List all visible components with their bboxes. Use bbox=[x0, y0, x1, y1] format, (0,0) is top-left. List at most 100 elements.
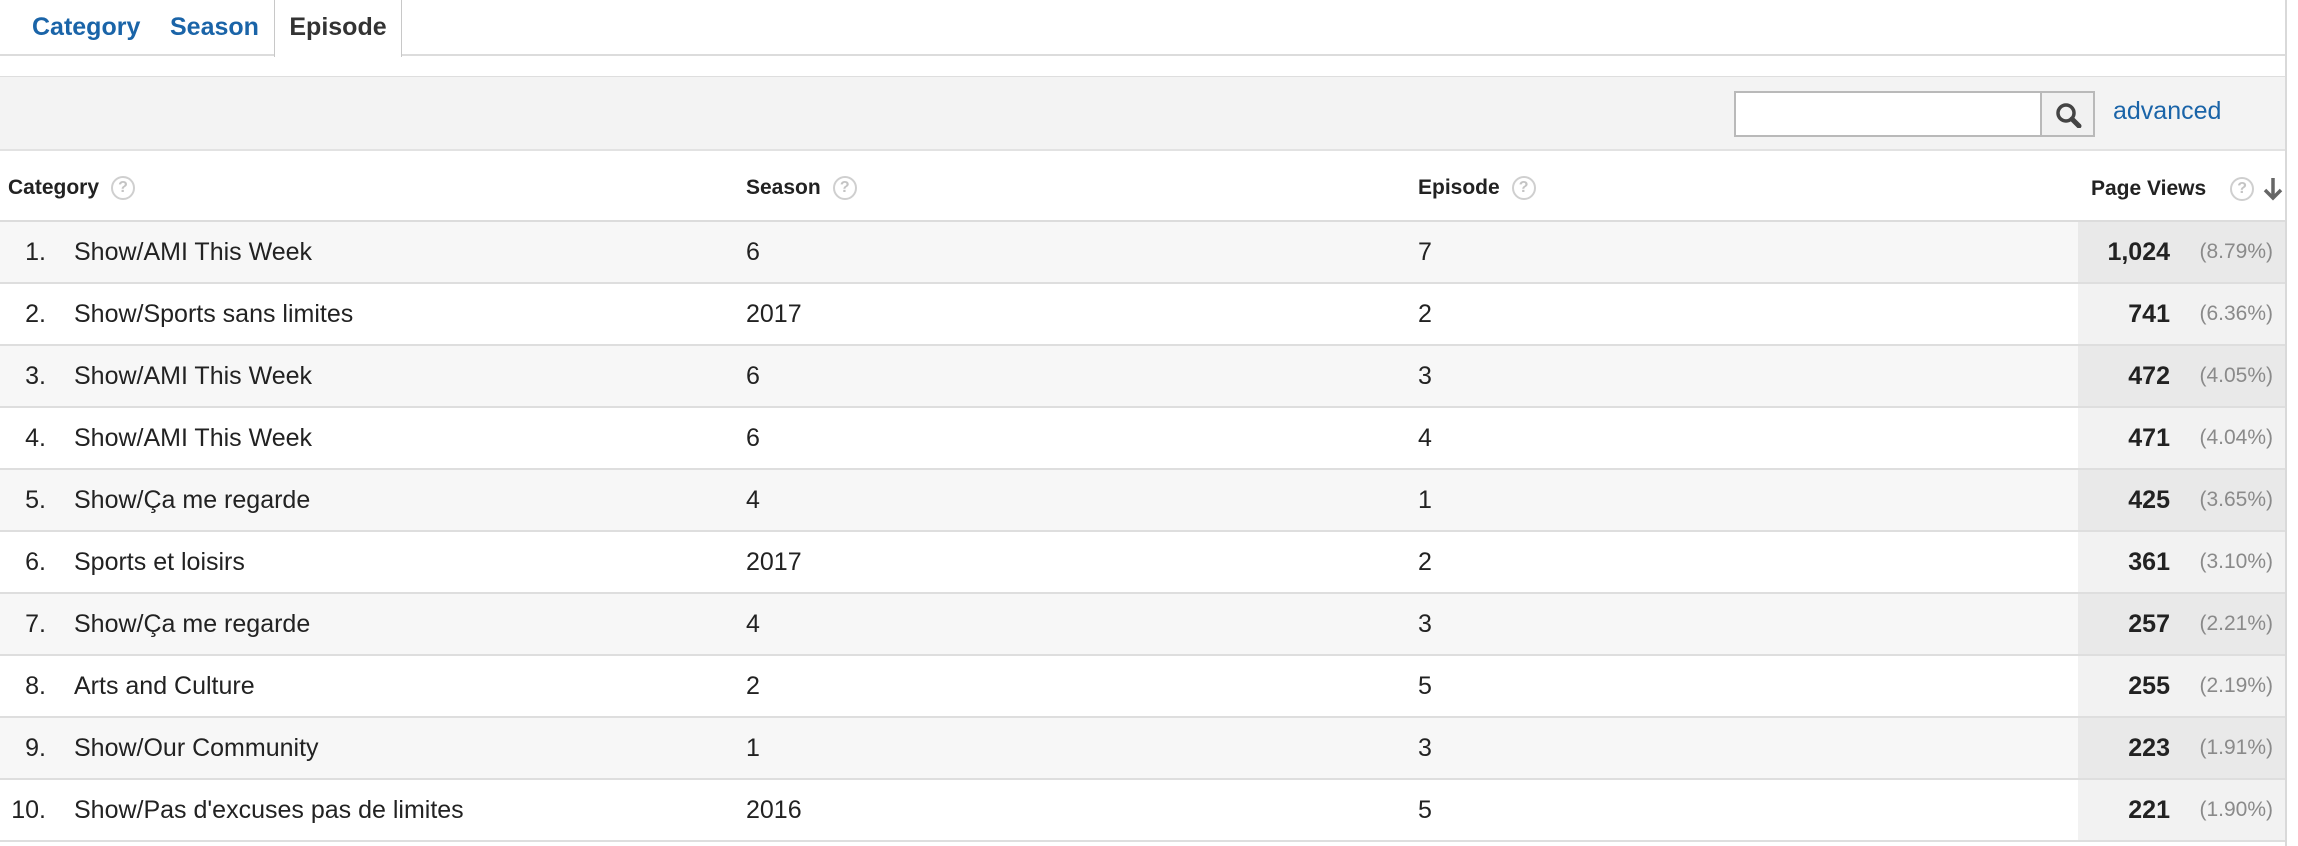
page-views-value: 361 bbox=[2128, 548, 2170, 576]
page-views-percent: (4.05%) bbox=[2199, 364, 2273, 387]
episode-cell: 3 bbox=[1418, 362, 1432, 390]
table-row[interactable]: 223 (1.91%) 9. Show/Our Community 1 3 bbox=[0, 718, 2285, 780]
column-header-page-views[interactable]: Page Views ? bbox=[2091, 176, 2284, 202]
season-cell: 2016 bbox=[746, 796, 802, 824]
help-icon[interactable]: ? bbox=[1511, 176, 1536, 200]
table-toolbar: advanced bbox=[0, 77, 2285, 151]
table-row[interactable]: 255 (2.19%) 8. Arts and Culture 2 5 bbox=[0, 656, 2285, 718]
metric-cell: 361 (3.10%) bbox=[2078, 532, 2285, 592]
metric-cell: 472 (4.05%) bbox=[2078, 346, 2285, 406]
page-views-value: 255 bbox=[2128, 672, 2170, 700]
help-icon[interactable]: ? bbox=[111, 176, 136, 200]
table-row[interactable]: 257 (2.21%) 7. Show/Ça me regarde 4 3 bbox=[0, 594, 2285, 656]
column-header-label: Page Views bbox=[2091, 177, 2207, 200]
season-cell: 1 bbox=[746, 734, 760, 762]
column-header-season[interactable]: Season ? bbox=[746, 176, 857, 200]
page-views-value: 223 bbox=[2128, 734, 2170, 762]
row-index: 9. bbox=[25, 734, 46, 762]
search-input[interactable] bbox=[1734, 91, 2042, 137]
episode-cell: 5 bbox=[1418, 672, 1432, 700]
category-cell[interactable]: Show/AMI This Week bbox=[74, 408, 312, 468]
table-row[interactable]: 471 (4.04%) 4. Show/AMI This Week 6 4 bbox=[0, 408, 2285, 470]
category-cell[interactable]: Show/Ça me regarde bbox=[74, 470, 310, 530]
page-views-percent: (8.79%) bbox=[2199, 240, 2273, 263]
table-row[interactable]: 425 (3.65%) 5. Show/Ça me regarde 4 1 bbox=[0, 470, 2285, 532]
tab-episode[interactable]: Episode bbox=[274, 0, 402, 57]
category-cell[interactable]: Show/Sports sans limites bbox=[74, 284, 353, 344]
season-cell: 6 bbox=[746, 424, 760, 452]
page-views-value: 1,024 bbox=[2107, 238, 2170, 266]
episode-cell: 3 bbox=[1418, 610, 1432, 638]
column-header-episode[interactable]: Episode ? bbox=[1418, 176, 1536, 200]
table-row[interactable]: 221 (1.90%) 10. Show/Pas d'excuses pas de l… bbox=[0, 780, 2285, 842]
season-cell: 2017 bbox=[746, 548, 802, 576]
category-cell[interactable]: Show/Our Community bbox=[74, 718, 319, 778]
season-cell: 6 bbox=[746, 238, 760, 266]
row-index: 4. bbox=[25, 424, 46, 452]
row-index: 10. bbox=[11, 796, 46, 824]
episode-cell: 3 bbox=[1418, 734, 1432, 762]
season-cell: 2 bbox=[746, 672, 760, 700]
episode-cell: 1 bbox=[1418, 486, 1432, 514]
magnifier-icon bbox=[2056, 103, 2082, 128]
table-row[interactable]: 741 (6.36%) 2. Show/Sports sans limites 2017… bbox=[0, 284, 2285, 346]
table-row[interactable]: 1,024 (8.79%) 1. Show/AMI This Week 6 7 bbox=[0, 222, 2285, 284]
row-index: 2. bbox=[25, 300, 46, 328]
tab-category[interactable]: Category bbox=[32, 0, 140, 56]
metric-cell: 741 (6.36%) bbox=[2078, 284, 2285, 344]
page-views-value: 471 bbox=[2128, 424, 2170, 452]
page-views-percent: (4.04%) bbox=[2199, 426, 2273, 449]
arrow-down-icon[interactable] bbox=[2262, 176, 2284, 202]
metric-cell: 223 (1.91%) bbox=[2078, 718, 2285, 778]
page-views-value: 741 bbox=[2128, 300, 2170, 328]
column-header-label: Episode bbox=[1418, 176, 1500, 199]
tab-season[interactable]: Season bbox=[170, 0, 259, 56]
metric-cell: 1,024 (8.79%) bbox=[2078, 222, 2285, 282]
page-views-percent: (1.91%) bbox=[2199, 736, 2273, 759]
page-views-percent: (3.65%) bbox=[2199, 488, 2273, 511]
column-header-label: Category bbox=[8, 176, 100, 199]
season-cell: 4 bbox=[746, 486, 760, 514]
metric-cell: 425 (3.65%) bbox=[2078, 470, 2285, 530]
episode-cell: 4 bbox=[1418, 424, 1432, 452]
category-cell[interactable]: Show/Ça me regarde bbox=[74, 594, 310, 654]
season-cell: 6 bbox=[746, 362, 760, 390]
column-header-category[interactable]: Category ? bbox=[8, 176, 136, 200]
category-cell[interactable]: Arts and Culture bbox=[74, 656, 255, 716]
season-cell: 2017 bbox=[746, 300, 802, 328]
episode-cell: 2 bbox=[1418, 548, 1432, 576]
scrollbar-edge bbox=[2285, 0, 2298, 846]
row-index: 6. bbox=[25, 548, 46, 576]
row-index: 8. bbox=[25, 672, 46, 700]
episode-cell: 5 bbox=[1418, 796, 1432, 824]
column-header-label: Season bbox=[746, 176, 821, 199]
row-index: 1. bbox=[25, 238, 46, 266]
page-views-percent: (1.90%) bbox=[2199, 798, 2273, 821]
category-cell[interactable]: Show/AMI This Week bbox=[74, 346, 312, 406]
table-row[interactable]: 472 (4.05%) 3. Show/AMI This Week 6 3 bbox=[0, 346, 2285, 408]
row-index: 7. bbox=[25, 610, 46, 638]
row-index: 5. bbox=[25, 486, 46, 514]
category-cell[interactable]: Show/Pas d'excuses pas de limites bbox=[74, 780, 464, 840]
table-row[interactable]: 361 (3.10%) 6. Sports et loisirs 2017 2 bbox=[0, 532, 2285, 594]
page-views-value: 221 bbox=[2128, 796, 2170, 824]
metric-cell: 221 (1.90%) bbox=[2078, 780, 2285, 840]
help-icon[interactable]: ? bbox=[2230, 177, 2255, 201]
episode-cell: 2 bbox=[1418, 300, 1432, 328]
metric-cell: 257 (2.21%) bbox=[2078, 594, 2285, 654]
season-cell: 4 bbox=[746, 610, 760, 638]
category-cell[interactable]: Show/AMI This Week bbox=[74, 222, 312, 282]
table-header: Category ? Season ? Episode ? Page Views… bbox=[0, 151, 2285, 222]
help-icon[interactable]: ? bbox=[832, 176, 857, 200]
category-cell[interactable]: Sports et loisirs bbox=[74, 532, 245, 592]
advanced-filter-link[interactable]: advanced bbox=[2113, 97, 2221, 126]
episode-cell: 7 bbox=[1418, 238, 1432, 266]
search-button[interactable] bbox=[2040, 91, 2095, 137]
metric-cell: 471 (4.04%) bbox=[2078, 408, 2285, 468]
metric-cell: 255 (2.19%) bbox=[2078, 656, 2285, 716]
page-views-percent: (6.36%) bbox=[2199, 302, 2273, 325]
page-views-percent: (3.10%) bbox=[2199, 550, 2273, 573]
page-views-percent: (2.21%) bbox=[2199, 612, 2273, 635]
row-index: 3. bbox=[25, 362, 46, 390]
report-tabs: Category Season Episode bbox=[0, 0, 2285, 57]
